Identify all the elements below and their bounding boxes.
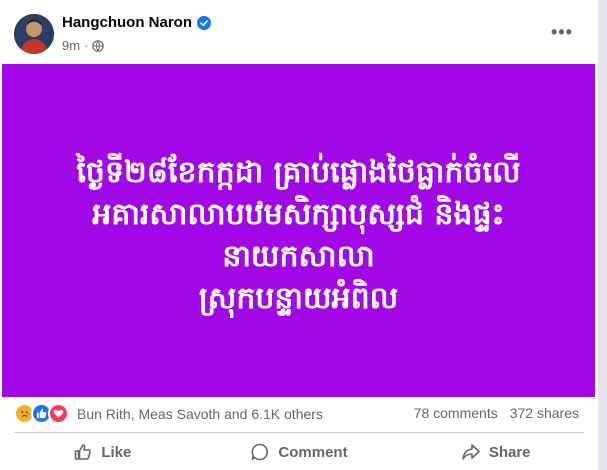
divider: [14, 432, 584, 433]
comment-button[interactable]: Comment: [201, 435, 398, 469]
verified-badge-icon: [197, 15, 211, 30]
post-text: ថ្ងៃទី២៨ខែកក្កដា គ្រាប់ផ្លោងថៃធ្លាក់ចំលើ…: [39, 152, 559, 320]
post-time[interactable]: 9m: [62, 38, 80, 53]
comments-count[interactable]: 78 comments: [414, 405, 498, 421]
post-text-line: ថ្ងៃទី២៨ខែកក្កដា គ្រាប់ផ្លោងថៃធ្លាក់ចំលើ: [76, 154, 521, 190]
author-avatar[interactable]: [14, 14, 54, 54]
share-icon: [462, 444, 480, 460]
share-button[interactable]: Share: [397, 435, 594, 469]
post-card: Hangchuon Naron 9m · ••• ថ្ងៃទី២៨ខែកក្កដ…: [0, 0, 599, 470]
globe-icon: [92, 39, 105, 52]
action-bar: Like Comment Share: [4, 435, 594, 469]
post-background: ថ្ងៃទី២៨ខែកក្កដា គ្រាប់ផ្លោងថៃធ្លាក់ចំលើ…: [2, 64, 595, 397]
share-label: Share: [488, 443, 531, 461]
author-name-row: Hangchuon Naron: [62, 14, 211, 31]
post-meta: 9m ·: [62, 38, 105, 53]
engagement-counts: 78 comments 372 shares: [414, 405, 579, 421]
shares-count[interactable]: 372 shares: [510, 405, 579, 421]
comment-icon: [251, 443, 269, 461]
comment-label: Comment: [278, 443, 348, 461]
like-button[interactable]: Like: [4, 435, 201, 469]
reactors-text[interactable]: Bun Rith, Meas Savoth and 6.1K others: [77, 406, 323, 422]
like-label: Like: [101, 443, 132, 461]
author-name[interactable]: Hangchuon Naron: [62, 14, 192, 31]
post-text-line: នាយកសាលា: [222, 238, 375, 274]
page-edge: [598, 0, 607, 470]
more-options-button[interactable]: •••: [548, 20, 576, 44]
like-icon: [75, 444, 92, 460]
more-icon: •••: [551, 21, 573, 42]
post-text-line: អគារសាលាបឋមសិក្សាបុស្សជំ និងផ្ទះ: [92, 196, 505, 232]
post-text-line: ស្រុកបន្ទាយអំពិល: [198, 280, 399, 316]
reactions-summary[interactable]: Bun Rith, Meas Savoth and 6.1K others: [14, 403, 323, 424]
love-reaction-icon: [48, 403, 69, 424]
